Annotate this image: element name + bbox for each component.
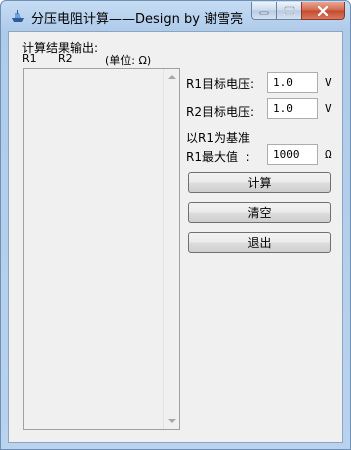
maximize-icon <box>283 6 295 15</box>
window-title: 分压电阻计算——Design by 谢雪亮 <box>31 12 244 27</box>
r1-unit-label: V <box>325 76 332 89</box>
close-icon <box>317 5 329 16</box>
maximize-button[interactable] <box>276 2 302 20</box>
results-scrollbar[interactable] <box>163 69 179 429</box>
exit-button-label: 退出 <box>247 236 272 250</box>
r1-target-voltage-input[interactable]: 1.0 <box>267 72 318 93</box>
clear-button[interactable]: 清空 <box>188 202 331 223</box>
calculate-button-label: 计算 <box>247 176 272 190</box>
calculate-button[interactable]: 计算 <box>188 172 331 193</box>
column-r1-label: R1 <box>22 52 37 65</box>
r2-target-voltage-label: R2目标电压: <box>186 105 255 119</box>
r1-max-label: R1最大值 : <box>186 150 250 164</box>
r1-max-input[interactable]: 1000 <box>267 144 318 165</box>
exit-button[interactable]: 退出 <box>188 232 331 253</box>
minimize-icon <box>259 11 269 14</box>
r2-unit-label: V <box>325 102 332 115</box>
r2-target-voltage-input[interactable]: 1.0 <box>267 98 318 119</box>
scroll-up-icon[interactable] <box>168 75 176 79</box>
minimize-button[interactable] <box>251 2 277 20</box>
results-list[interactable] <box>23 68 180 430</box>
r1-max-unit-label: Ω <box>325 148 332 161</box>
close-button[interactable] <box>301 2 345 20</box>
column-r2-label: R2 <box>58 52 73 65</box>
r1-target-voltage-label: R1目标电压: <box>186 77 255 91</box>
client-area: 计算结果输出: R1 R2 (单位: Ω) R1目标电压: 1.0 V R2目标… <box>8 31 343 443</box>
base-note: 以R1为基准 <box>186 131 250 145</box>
clear-button-label: 清空 <box>247 206 272 220</box>
ship-icon <box>12 10 24 22</box>
scroll-down-icon[interactable] <box>168 419 176 423</box>
unit-note: (单位: Ω) <box>105 54 152 67</box>
app-window: 分压电阻计算——Design by 谢雪亮 计算结果输出: R1 R2 (单位:… <box>0 0 351 450</box>
title-bar[interactable]: 分压电阻计算——Design by 谢雪亮 <box>1 1 350 31</box>
